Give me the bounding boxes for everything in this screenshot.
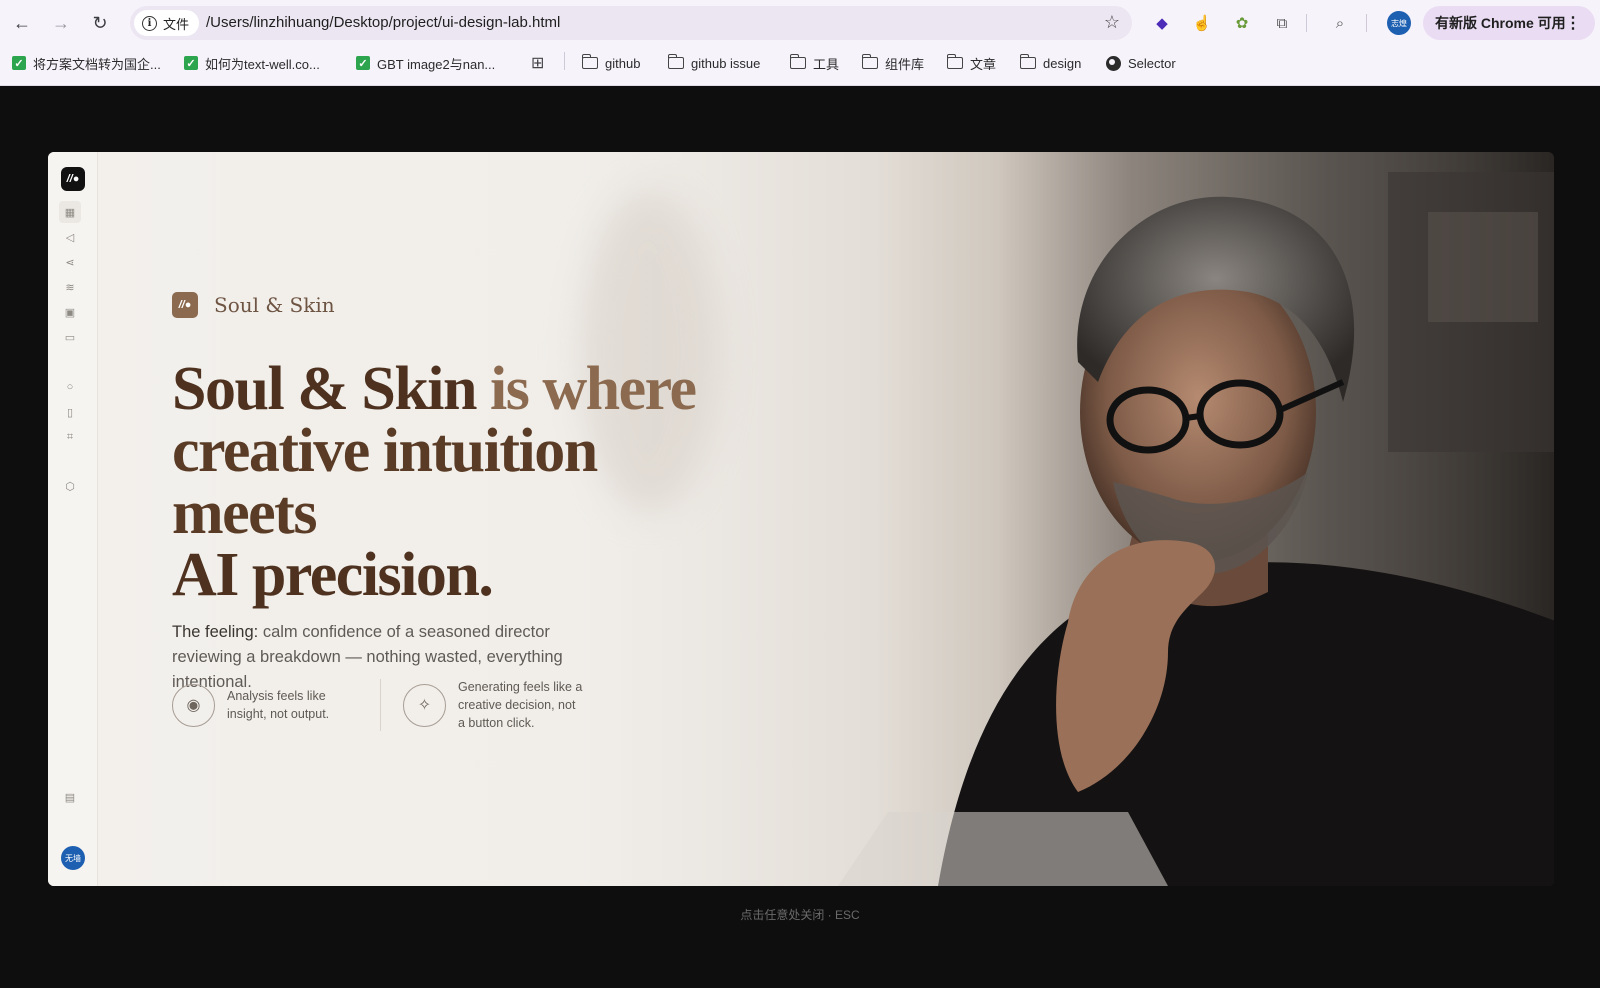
hero-photo bbox=[608, 152, 1554, 886]
bookmark-star-icon[interactable]: ☆ bbox=[1104, 12, 1120, 33]
profile-avatar[interactable]: 志煌 bbox=[1387, 11, 1411, 35]
info-icon: i bbox=[142, 15, 157, 31]
reload-icon: ↻ bbox=[92, 12, 108, 33]
bookmark-folder[interactable]: github bbox=[581, 52, 640, 74]
user-avatar[interactable]: 无墙 bbox=[61, 846, 85, 870]
layers-icon[interactable]: ≋ bbox=[62, 279, 78, 295]
folder-icon bbox=[1019, 54, 1036, 69]
toolbar-divider bbox=[1366, 14, 1367, 32]
bookmark-folder[interactable]: 组件库 bbox=[861, 52, 924, 74]
check-icon: ✓ bbox=[12, 56, 26, 70]
feature-list: ◉ Analysis feels like insight, not outpu… bbox=[172, 678, 583, 732]
browser-toolbar: ← → ↻ i 文件 /Users/linzhihuang/Desktop/pr… bbox=[0, 0, 1600, 46]
bookmark-folder[interactable]: design bbox=[1019, 52, 1081, 74]
update-label: 有新版 Chrome 可用 bbox=[1435, 15, 1566, 31]
bookmarks-bar: ✓ 将方案文档转为国企... ✓ 如何为text-well.co... ✓ GBT i… bbox=[0, 48, 1600, 78]
folder-icon bbox=[581, 54, 598, 69]
feature-text: Analysis feels like insight, not output. bbox=[227, 689, 330, 721]
dismiss-hint[interactable]: 点击任意处关闭 · ESC bbox=[0, 906, 1600, 923]
calendar-icon[interactable]: ▭ bbox=[62, 329, 78, 345]
headline-line1-b: is where bbox=[476, 355, 697, 423]
share-icon[interactable]: ⋖ bbox=[62, 254, 78, 270]
headline-line1-a: Soul & Skin bbox=[172, 355, 478, 423]
headline-line3: AI precision. bbox=[172, 541, 494, 609]
url-text[interactable]: /Users/linzhihuang/Desktop/project/ui-de… bbox=[206, 14, 560, 31]
bookmark-folder[interactable]: 工具 bbox=[789, 52, 839, 74]
site-chip-label: 文件 bbox=[163, 16, 190, 32]
search-icon[interactable]: ○ bbox=[62, 379, 78, 395]
scan-icon[interactable]: ⌗ bbox=[62, 429, 78, 445]
book-icon[interactable]: ▯ bbox=[62, 404, 78, 420]
chrome-update-button[interactable]: 有新版 Chrome 可用 ⋮ bbox=[1423, 6, 1595, 40]
bookmark-item[interactable]: ✓ 如何为text-well.co... bbox=[184, 52, 320, 74]
feature-item: ✧ Generating feels like a creative decis… bbox=[403, 678, 583, 732]
back-button[interactable]: ← bbox=[8, 9, 36, 37]
apps-grid-icon[interactable]: ⊞ bbox=[531, 52, 544, 74]
brand-name: Soul & Skin bbox=[214, 293, 335, 317]
gift-icon[interactable]: ▤ bbox=[62, 789, 78, 805]
forward-button[interactable]: → bbox=[47, 9, 75, 37]
extension-leaf-icon[interactable]: ✿ bbox=[1230, 11, 1254, 35]
bookmark-folder[interactable]: github issue bbox=[667, 52, 760, 74]
search-tab-icon[interactable]: ⌕ bbox=[1328, 11, 1352, 35]
brand-logo-icon: //● bbox=[172, 292, 198, 318]
grid-icon[interactable]: ▦ bbox=[59, 201, 81, 223]
bookmarks-divider bbox=[564, 52, 565, 70]
extensions-puzzle-icon[interactable]: ⧉ bbox=[1270, 11, 1294, 35]
check-icon: ✓ bbox=[184, 56, 198, 70]
arrow-right-icon: → bbox=[52, 12, 70, 33]
megaphone-icon[interactable]: ◁ bbox=[62, 229, 78, 245]
image-icon[interactable]: ▣ bbox=[62, 304, 78, 320]
arrow-left-icon: ← bbox=[13, 12, 31, 33]
headline-line2: creative intuition meets bbox=[172, 417, 598, 547]
feature-text: Generating feels like a creative decisio… bbox=[458, 680, 583, 730]
extension-hand-icon[interactable]: ☝ bbox=[1190, 11, 1214, 35]
site-info-chip[interactable]: i 文件 bbox=[134, 10, 200, 36]
toolbar-divider bbox=[1306, 14, 1307, 32]
extension-diamond-icon[interactable]: ◆ bbox=[1150, 11, 1174, 35]
hero-headline: Soul & Skin is where creative intuition … bbox=[172, 358, 732, 606]
app-logo-icon[interactable]: //● bbox=[61, 167, 85, 191]
more-menu-icon[interactable]: ⋮ bbox=[1565, 13, 1581, 33]
folder-icon bbox=[861, 54, 878, 69]
browser-chrome: ← → ↻ i 文件 /Users/linzhihuang/Desktop/pr… bbox=[0, 0, 1600, 86]
sidebar-rail: //● ▦ ◁ ⋖ ≋ ▣ ▭ ○ ▯ ⌗ ⬡ ▤ 无墙 bbox=[48, 152, 98, 886]
bookmark-item[interactable]: Selector bbox=[1106, 52, 1176, 74]
feature-item: ◉ Analysis feels like insight, not outpu… bbox=[172, 683, 352, 727]
bookmark-item[interactable]: ✓ 将方案文档转为国企... bbox=[12, 52, 161, 74]
hero-photo-illustration bbox=[608, 152, 1554, 886]
subcopy-lead: The feeling: bbox=[172, 623, 259, 641]
eye-icon: ◉ bbox=[172, 683, 215, 727]
shield-icon[interactable]: ⬡ bbox=[62, 478, 78, 494]
folder-icon bbox=[789, 54, 806, 69]
hero-content: //● Soul & Skin Soul & Skin is where cre… bbox=[172, 292, 732, 695]
reload-button[interactable]: ↻ bbox=[86, 9, 114, 37]
address-bar[interactable]: i 文件 /Users/linzhihuang/Desktop/project/… bbox=[130, 6, 1132, 40]
folder-icon bbox=[946, 54, 963, 69]
bookmark-folder[interactable]: 文章 bbox=[946, 52, 996, 74]
app-preview-card: //● ▦ ◁ ⋖ ≋ ▣ ▭ ○ ▯ ⌗ ⬡ ▤ 无墙 //● Soul & … bbox=[48, 152, 1554, 886]
feature-divider bbox=[380, 679, 381, 731]
brand: //● Soul & Skin bbox=[172, 292, 732, 318]
folder-icon bbox=[667, 54, 684, 69]
sparkle-icon: ✧ bbox=[403, 683, 446, 727]
check-icon: ✓ bbox=[356, 56, 370, 70]
globe-icon bbox=[1106, 55, 1121, 71]
bookmark-item[interactable]: ✓ GBT image2与nan... bbox=[356, 52, 495, 74]
